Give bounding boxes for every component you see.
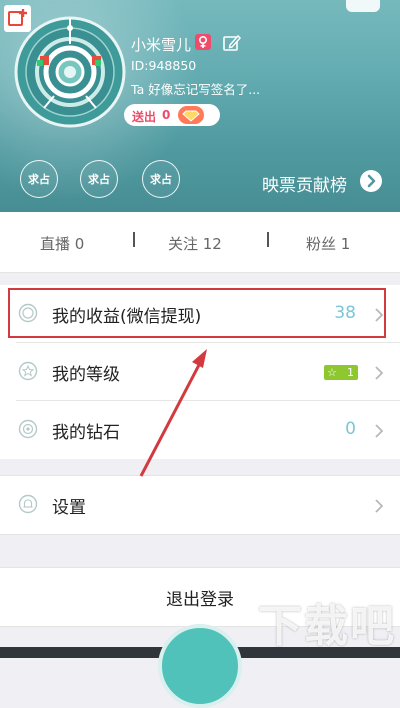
add-square-icon [8, 9, 27, 26]
contributor-badge-3-label: 求占 [150, 173, 172, 186]
diamond-icon [178, 106, 204, 124]
highlight-box [8, 288, 386, 338]
message-bubble-icon[interactable] [346, 0, 380, 12]
menu-level-label: 我的等级 [52, 365, 120, 385]
ticket-contribution-ranking-link[interactable]: 映票贡献榜 [262, 171, 347, 196]
edit-profile-icon[interactable] [222, 33, 242, 53]
username: 小米雪儿 [131, 36, 192, 54]
sent-label: 送出 [132, 110, 157, 124]
female-gender-icon [195, 34, 211, 50]
contributor-badge-2[interactable]: 求占 [80, 160, 118, 198]
chevron-right-circle-icon[interactable] [360, 170, 382, 192]
level-value: 1 [347, 366, 354, 379]
menu-settings-label: 设置 [52, 498, 86, 518]
star-circle-icon [18, 361, 38, 381]
level-star-icon: ☆ [327, 366, 337, 379]
contributor-badge-3[interactable]: 求占 [142, 160, 180, 198]
avatar[interactable] [14, 16, 126, 128]
menu-diamonds-label: 我的钻石 [52, 423, 120, 443]
contributor-badge-1-label: 求占 [28, 173, 50, 186]
stat-divider [133, 232, 135, 247]
diamond-circle-icon [18, 419, 38, 439]
user-id: ID:948850 [131, 58, 197, 73]
stat-follow[interactable]: 关注 12 [168, 233, 222, 254]
contributor-badge-1[interactable]: 求占 [20, 160, 58, 198]
stat-divider [267, 232, 269, 247]
menu-diamonds[interactable]: 我的钻石 0 [0, 401, 400, 459]
watermark: 下载吧 [258, 601, 396, 652]
user-signature: Ta 好像忘记写签名了... [131, 82, 261, 97]
stat-fans[interactable]: 粉丝 1 [306, 233, 350, 254]
menu-diamonds-value: 0 [345, 419, 356, 439]
stat-live[interactable]: 直播 0 [40, 233, 84, 254]
chevron-right-icon [375, 499, 384, 513]
chevron-right-icon [375, 424, 384, 438]
menu-settings[interactable]: 设置 [0, 475, 400, 535]
level-badge: ☆ 1 [324, 365, 358, 380]
center-live-button[interactable] [158, 624, 242, 708]
sent-count: 0 [162, 108, 171, 122]
add-friend-button[interactable] [4, 5, 31, 32]
menu-level[interactable]: 我的等级 ☆ 1 [0, 343, 400, 401]
chevron-right-icon [375, 366, 384, 380]
contributor-badge-2-label: 求占 [88, 173, 110, 186]
bell-circle-icon [18, 494, 38, 514]
